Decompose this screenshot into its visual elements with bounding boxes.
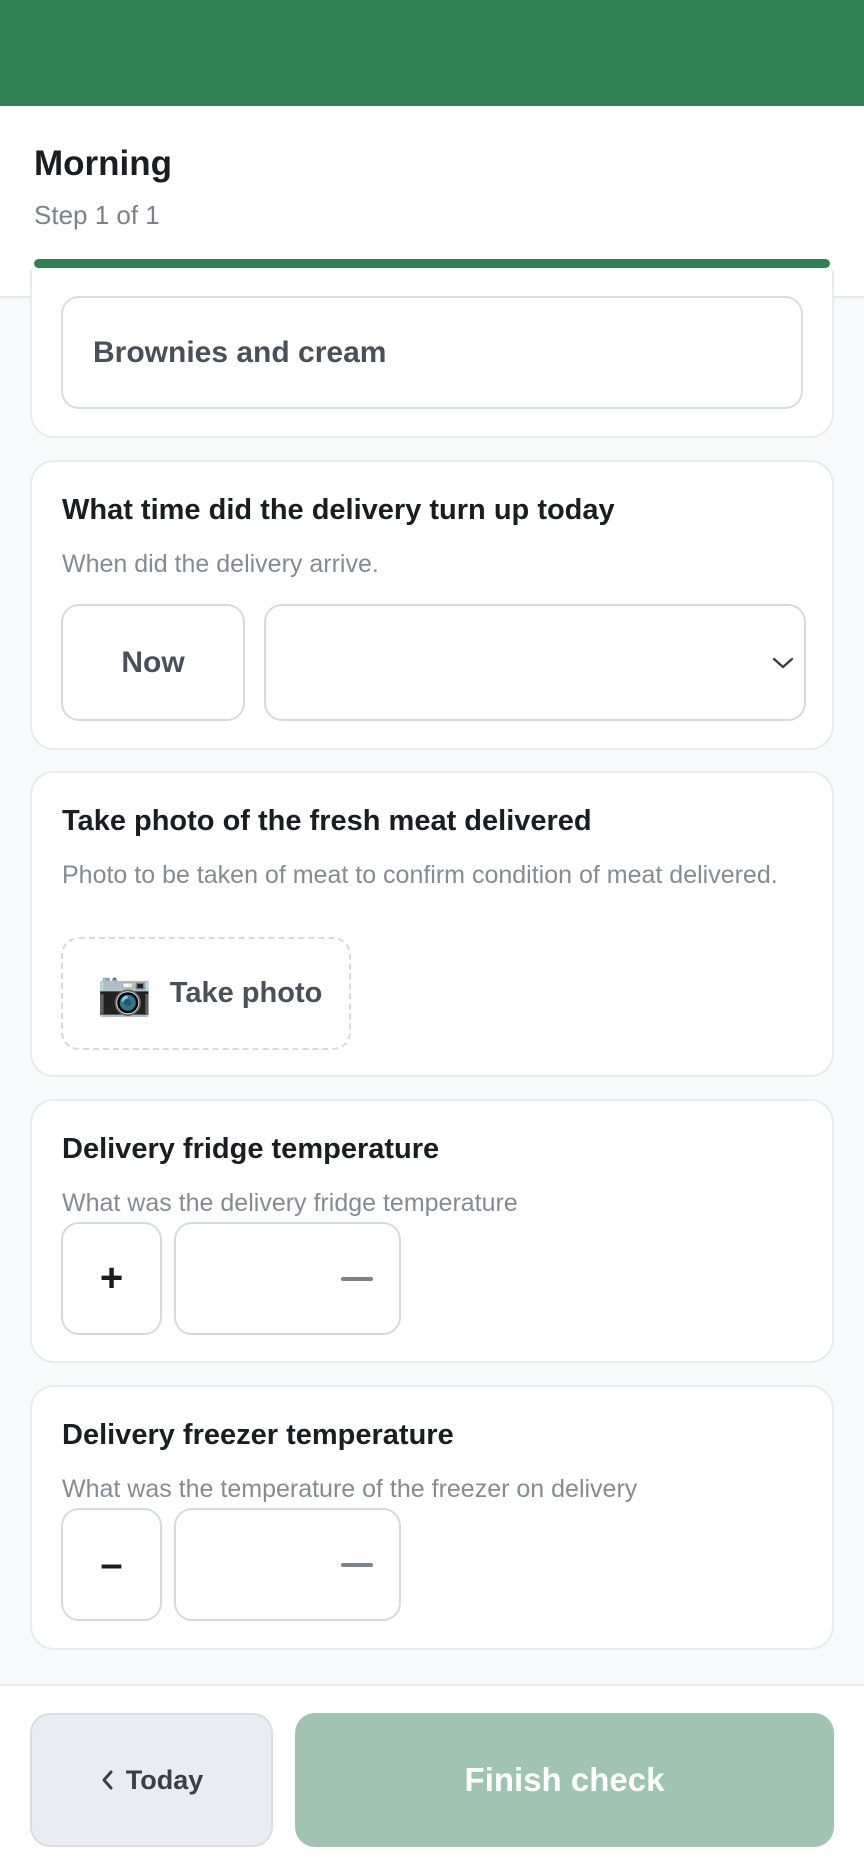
progress-bar (34, 259, 830, 268)
step-indicator: Step 1 of 1 (34, 200, 160, 230)
finish-check-button[interactable]: Finish check (295, 1713, 834, 1847)
question-title: Delivery fridge temperature (62, 1133, 440, 1165)
back-today-button[interactable]: Today (30, 1713, 273, 1847)
chevron-left-icon (102, 1770, 113, 1790)
footer-bar: Today Finish check (0, 1684, 864, 1870)
empty-value-dash (341, 1276, 373, 1281)
camera-icon: 📷 (97, 968, 152, 1018)
take-photo-button[interactable]: 📷 Take photo (61, 937, 351, 1050)
answer-text-field[interactable]: Brownies and cream (61, 296, 803, 409)
question-description: Photo to be taken of meat to confirm con… (62, 861, 778, 889)
question-description: What was the delivery fridge temperature (62, 1189, 518, 1217)
question-card-freezer-temperature: Delivery freezer temperature What was th… (30, 1385, 834, 1650)
empty-value-dash (341, 1562, 373, 1567)
chevron-down-icon (772, 657, 794, 668)
freezer-temperature-input[interactable] (174, 1508, 401, 1621)
question-title: What time did the delivery turn up today (62, 494, 615, 526)
time-select[interactable] (264, 604, 806, 721)
question-card-meat-photo: Take photo of the fresh meat delivered P… (30, 771, 834, 1077)
question-card-fridge-temperature: Delivery fridge temperature What was the… (30, 1099, 834, 1363)
sign-toggle-button[interactable]: + (61, 1222, 162, 1335)
status-bar (0, 0, 864, 106)
question-description: What was the temperature of the freezer … (62, 1475, 638, 1503)
question-description: When did the delivery arrive. (62, 550, 379, 578)
sign-toggle-button[interactable]: – (61, 1508, 162, 1621)
question-title: Delivery freezer temperature (62, 1419, 454, 1451)
page-title: Morning (34, 144, 173, 183)
progress-fill (34, 259, 830, 268)
now-button[interactable]: Now (61, 604, 245, 721)
take-photo-label: Take photo (169, 977, 323, 1009)
question-card-delivery-time: What time did the delivery turn up today… (30, 460, 834, 750)
question-title: Take photo of the fresh meat delivered (62, 805, 592, 837)
fridge-temperature-input[interactable] (174, 1222, 401, 1335)
back-label: Today (125, 1764, 204, 1795)
